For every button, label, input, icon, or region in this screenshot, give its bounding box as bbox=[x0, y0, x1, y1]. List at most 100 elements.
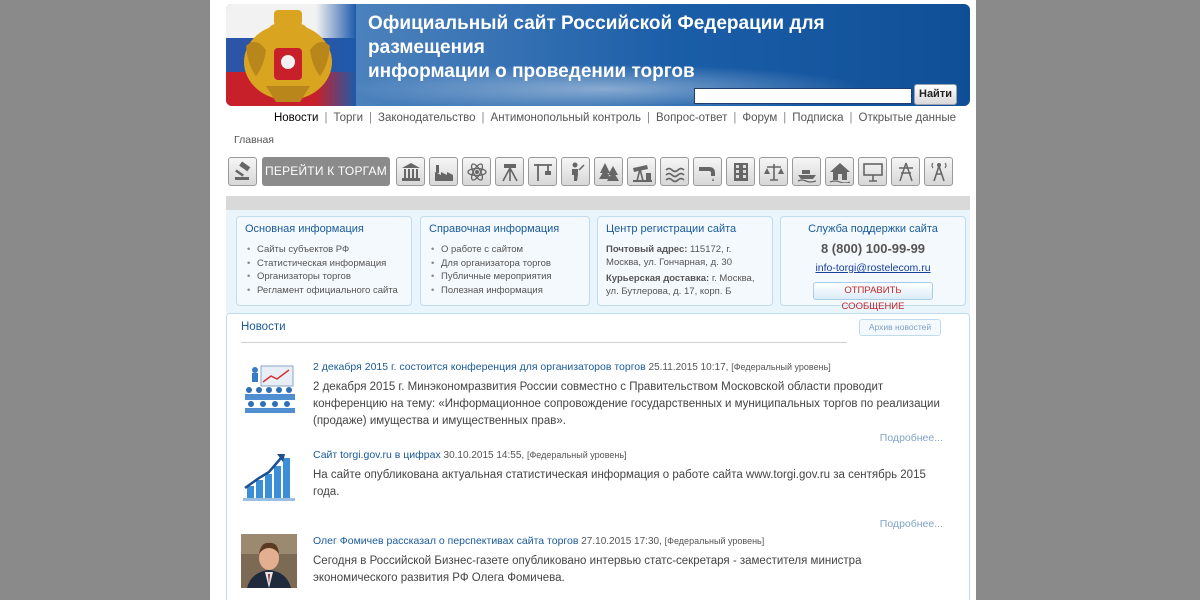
registration-center-box: Центр регистрации сайта Почтовый адрес: … bbox=[597, 216, 773, 306]
basic-info-link[interactable]: Организаторы торгов bbox=[245, 270, 403, 284]
basic-info-link[interactable]: Статистическая информация bbox=[245, 257, 403, 271]
nav-trades[interactable]: Торги bbox=[333, 112, 363, 124]
oil-pump-icon[interactable] bbox=[627, 157, 656, 186]
power-line-icon[interactable] bbox=[891, 157, 920, 186]
nav-faq[interactable]: Вопрос-ответ bbox=[656, 112, 727, 124]
search-button[interactable]: Найти bbox=[914, 84, 957, 105]
news-item-headline[interactable]: 2 декабря 2015 г. состоится конференция … bbox=[313, 361, 646, 373]
courier-address-label: Курьерская доставка: bbox=[606, 273, 710, 284]
postal-address: Почтовый адрес: 115172, г. Москва, ул. Г… bbox=[606, 243, 764, 269]
nav-subscription[interactable]: Подписка bbox=[792, 112, 843, 124]
news-item-level: [Федеральный уровень] bbox=[731, 362, 831, 372]
news-item: Олег Фомичев рассказал о перспективах са… bbox=[241, 534, 941, 600]
news-item-header: Сайт torgi.gov.ru в цифрах 30.10.2015 14… bbox=[313, 448, 943, 463]
news-item-text: 2 декабря 2015 г. Минэкономразвития Росс… bbox=[313, 381, 940, 427]
news-item-body: Сайт torgi.gov.ru в цифрах 30.10.2015 14… bbox=[313, 448, 943, 501]
site-title-line1: Официальный сайт Российской Федерации дл… bbox=[368, 13, 825, 58]
reference-info-link[interactable]: О работе с сайтом bbox=[429, 243, 581, 257]
nav-separator: | bbox=[481, 112, 485, 124]
radio-tower-icon[interactable] bbox=[924, 157, 953, 186]
basic-info-link[interactable]: Сайты субъектов РФ bbox=[245, 243, 403, 257]
news-item-date: 30.10.2015 14:55, bbox=[443, 450, 525, 461]
news-item-text: Сегодня в Российской Бизнес-газете опубл… bbox=[313, 555, 862, 584]
news-section-title: Новости bbox=[241, 321, 286, 333]
atom-icon[interactable] bbox=[462, 157, 491, 186]
registration-center-title: Центр регистрации сайта bbox=[606, 223, 737, 235]
news-item-level: [Федеральный уровень] bbox=[664, 536, 765, 546]
send-message-button[interactable]: ОТПРАВИТЬ СООБЩЕНИЕ bbox=[813, 282, 933, 312]
news-item-headline[interactable]: Сайт torgi.gov.ru в цифрах bbox=[313, 449, 441, 461]
scales-icon[interactable] bbox=[759, 157, 788, 186]
info-panel: Основная информация Сайты субъектов РФ С… bbox=[226, 210, 970, 314]
support-email-link[interactable]: info-torgi@rostelecom.ru bbox=[789, 262, 957, 274]
house-icon[interactable] bbox=[825, 157, 854, 186]
site-title-line2: информации о проведении торгов bbox=[368, 61, 695, 82]
water-pipe-icon[interactable] bbox=[693, 157, 722, 186]
billboard-icon[interactable] bbox=[858, 157, 887, 186]
reference-info-link[interactable]: Для организатора торгов bbox=[429, 257, 581, 271]
news-item: Сайт torgi.gov.ru в цифрах 30.10.2015 14… bbox=[241, 448, 941, 518]
news-item-body: 2 декабря 2015 г. состоится конференция … bbox=[313, 360, 943, 430]
news-item-more-link[interactable]: Подробнее... bbox=[880, 518, 943, 530]
search-input[interactable] bbox=[694, 88, 912, 104]
nav-legislation[interactable]: Законодательство bbox=[378, 112, 476, 124]
nav-separator: | bbox=[647, 112, 651, 124]
news-item-more-link[interactable]: Подробнее... bbox=[880, 432, 943, 444]
reference-info-box: Справочная информация О работе с сайтом … bbox=[420, 216, 590, 306]
category-bar: ПЕРЕЙТИ К ТОРГАМ bbox=[226, 156, 970, 190]
hunter-icon[interactable] bbox=[561, 157, 590, 186]
divider-strip bbox=[226, 196, 970, 210]
site-title: Официальный сайт Российской Федерации дл… bbox=[368, 12, 928, 84]
construction-crane-icon[interactable] bbox=[528, 157, 557, 186]
nav-separator: | bbox=[369, 112, 373, 124]
apartment-building-icon[interactable] bbox=[726, 157, 755, 186]
news-item-text: На сайте опубликована актуальная статист… bbox=[313, 469, 926, 498]
news-archive-button[interactable]: Архив новостей bbox=[859, 319, 941, 336]
water-waves-icon[interactable] bbox=[660, 157, 689, 186]
survey-tripod-icon[interactable] bbox=[495, 157, 524, 186]
factory-icon[interactable] bbox=[429, 157, 458, 186]
reference-info-link[interactable]: Публичные мероприятия bbox=[429, 270, 581, 284]
news-item-level: [Федеральный уровень] bbox=[526, 450, 627, 460]
basic-info-box: Основная информация Сайты субъектов РФ С… bbox=[236, 216, 412, 306]
nav-forum[interactable]: Форум bbox=[742, 112, 777, 124]
person-photo-thumbnail bbox=[241, 534, 297, 588]
page: Официальный сайт Российской Федерации дл… bbox=[210, 0, 976, 600]
postal-address-label: Почтовый адрес: bbox=[606, 244, 688, 255]
nav-separator: | bbox=[733, 112, 737, 124]
go-to-trades-button[interactable]: ПЕРЕЙТИ К ТОРГАМ bbox=[262, 157, 390, 186]
news-item-header: Олег Фомичев рассказал о перспективах са… bbox=[313, 534, 943, 549]
news-item-headline[interactable]: Олег Фомичев рассказал о перспективах са… bbox=[313, 535, 578, 547]
reference-info-title[interactable]: Справочная информация bbox=[429, 223, 581, 235]
news-item: 2 декабря 2015 г. состоится конференция … bbox=[241, 360, 941, 450]
news-item-body: Олег Фомичев рассказал о перспективах са… bbox=[313, 534, 943, 587]
news-item-date: 25.11.2015 10:17, bbox=[648, 362, 729, 373]
nav-antimonopoly[interactable]: Антимонопольный контроль bbox=[491, 112, 641, 124]
news-section: Новости Архив новостей 2 декабря 2015 г.… bbox=[226, 313, 970, 600]
breadcrumb[interactable]: Главная bbox=[234, 134, 274, 146]
basic-info-link[interactable]: Регламент официального сайта bbox=[245, 284, 403, 298]
top-navigation: Новости | Торги | Законодательство | Ант… bbox=[274, 112, 956, 124]
nav-separator: | bbox=[324, 112, 328, 124]
coat-of-arms-icon bbox=[244, 10, 332, 102]
auction-icon[interactable] bbox=[228, 157, 257, 186]
statistics-chart-thumbnail bbox=[241, 448, 297, 502]
basic-info-title[interactable]: Основная информация bbox=[245, 223, 403, 235]
news-item-header: 2 декабря 2015 г. состоится конференция … bbox=[313, 360, 943, 375]
courier-address: Курьерская доставка: г. Москва, ул. Бутл… bbox=[606, 272, 764, 298]
support-box: Служба поддержки сайта 8 (800) 100-99-99… bbox=[780, 216, 966, 312]
nav-news[interactable]: Новости bbox=[274, 112, 319, 124]
boat-icon[interactable] bbox=[792, 157, 821, 186]
support-phone: 8 (800) 100-99-99 bbox=[820, 241, 926, 256]
news-item-date: 27.10.2015 17:30, bbox=[581, 536, 662, 547]
forest-icon[interactable] bbox=[594, 157, 623, 186]
nav-separator: | bbox=[849, 112, 853, 124]
nav-separator: | bbox=[783, 112, 787, 124]
support-title: Служба поддержки сайта bbox=[808, 223, 938, 235]
nav-open-data[interactable]: Открытые данные bbox=[859, 112, 957, 124]
building-columns-icon[interactable] bbox=[396, 157, 425, 186]
news-divider bbox=[241, 342, 847, 343]
site-banner: Официальный сайт Российской Федерации дл… bbox=[226, 4, 970, 106]
conference-thumbnail bbox=[241, 360, 297, 414]
reference-info-link[interactable]: Полезная информация bbox=[429, 284, 581, 298]
